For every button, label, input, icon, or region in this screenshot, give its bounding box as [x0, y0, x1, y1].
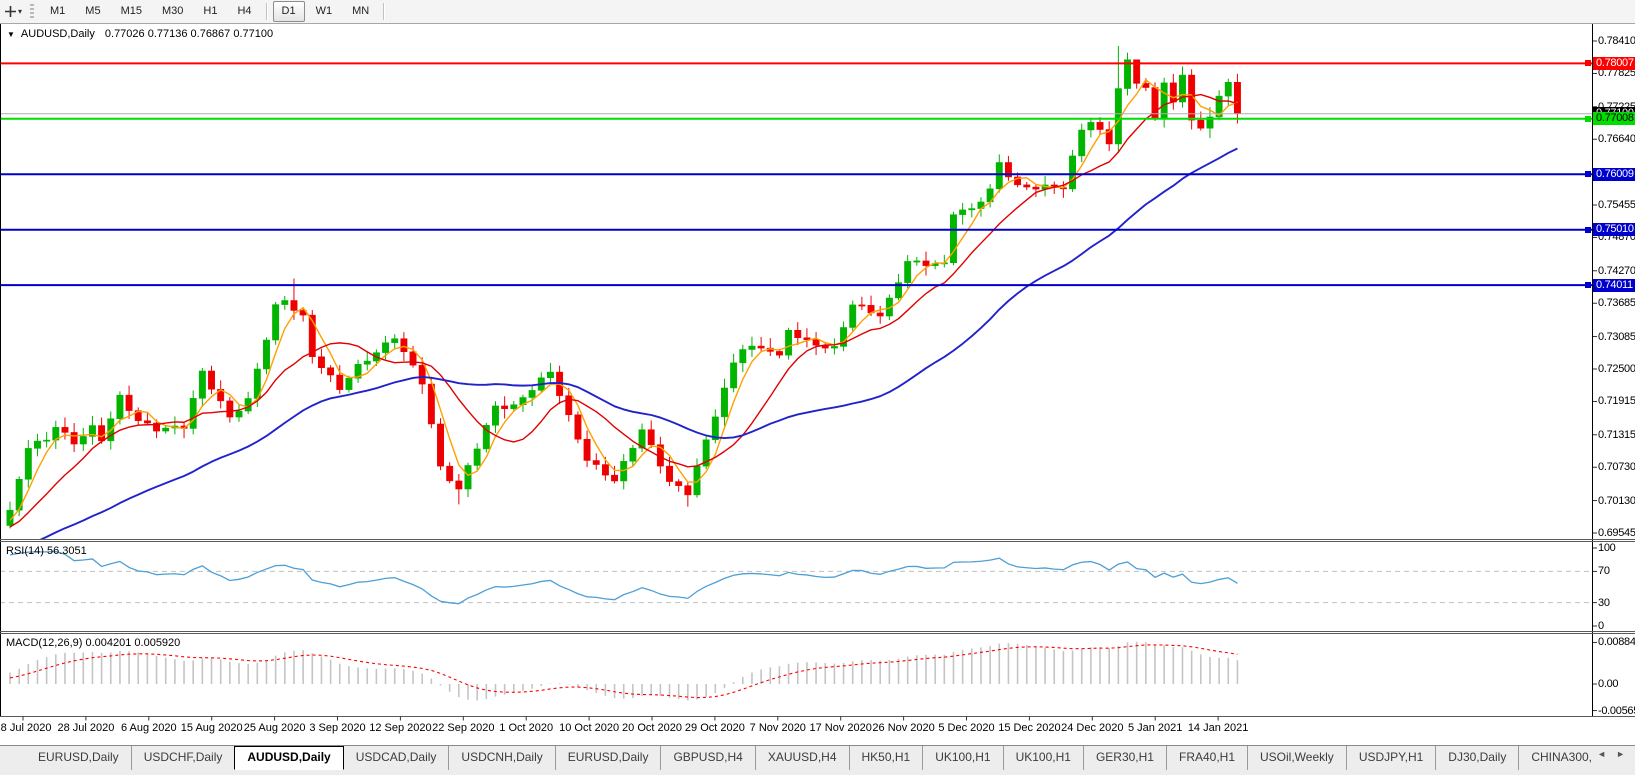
chart-tab-gbpusd-h4[interactable]: GBPUSD,H4	[660, 746, 754, 770]
chart-tab-uk100-h1[interactable]: UK100,H1	[922, 746, 1002, 770]
chart-canvas[interactable]	[0, 0, 1635, 775]
chart-tab-fra40-h1[interactable]: FRA40,H1	[1166, 746, 1247, 770]
timeframe-button-mn[interactable]: MN	[343, 1, 378, 22]
mt4-window: ▾ M1M5M15M30H1H4D1W1MN ▼ AUDUSD,Daily 0.…	[0, 0, 1635, 775]
chart-tab-usdjpy-h1[interactable]: USDJPY,H1	[1346, 746, 1435, 770]
toolbar-separator	[383, 3, 385, 20]
chart-tab-usdcnh-daily[interactable]: USDCNH,Daily	[448, 746, 554, 770]
chart-tab-usdchf-daily[interactable]: USDCHF,Daily	[131, 746, 235, 770]
chart-tab-china300-h1[interactable]: CHINA300,H1	[1518, 746, 1591, 770]
toolbar-grip[interactable]	[30, 4, 34, 20]
timeframe-buttons: M1M5M15M30H1H4 D1W1MN	[40, 0, 389, 23]
chart-tab-usdcad-daily[interactable]: USDCAD,Daily	[344, 746, 449, 770]
chart-tab-audusd-daily[interactable]: AUDUSD,Daily	[234, 746, 343, 770]
chart-tab-eurusd-daily[interactable]: EURUSD,Daily	[555, 746, 661, 770]
timeframe-button-m1[interactable]: M1	[41, 1, 74, 22]
timeframe-button-h4[interactable]: H4	[228, 1, 260, 22]
timeframe-button-m5[interactable]: M5	[76, 1, 109, 22]
timeframe-button-h1[interactable]: H1	[194, 1, 226, 22]
chart-tab-usoil-weekly[interactable]: USOil,Weekly	[1247, 746, 1346, 770]
crosshair-glyph	[4, 5, 17, 18]
timeframe-button-w1[interactable]: W1	[307, 1, 342, 22]
toolbar-separator	[266, 3, 268, 20]
chart-tab-xauusd-h4[interactable]: XAUUSD,H4	[755, 746, 849, 770]
dropdown-arrow-icon[interactable]: ▾	[18, 7, 22, 16]
chart-tab-bar: EURUSD,DailyUSDCHF,DailyAUDUSD,DailyUSDC…	[0, 745, 1635, 775]
chart-tab-uk100-h1[interactable]: UK100,H1	[1003, 746, 1083, 770]
chart-tab-hk50-h1[interactable]: HK50,H1	[849, 746, 923, 770]
chart-tab-eurusd-daily[interactable]: EURUSD,Daily	[26, 746, 131, 770]
chart-tab-ger30-h1[interactable]: GER30,H1	[1083, 746, 1166, 770]
crosshair-tool-icon[interactable]: ▾	[2, 4, 24, 19]
tab-scroll-arrows: ◄ ►	[1591, 746, 1635, 759]
timeframe-button-m15[interactable]: M15	[112, 1, 151, 22]
tab-scroll-right-icon[interactable]: ►	[1616, 749, 1625, 759]
timeframe-button-d1[interactable]: D1	[273, 1, 305, 22]
tab-scroll-left-icon[interactable]: ◄	[1597, 749, 1606, 759]
chart-tab-dj30-daily[interactable]: DJ30,Daily	[1435, 746, 1518, 770]
timeframe-button-m30[interactable]: M30	[153, 1, 192, 22]
chart-tabs: EURUSD,DailyUSDCHF,DailyAUDUSD,DailyUSDC…	[0, 746, 1591, 770]
timeframe-toolbar: ▾ M1M5M15M30H1H4 D1W1MN	[0, 0, 1635, 24]
